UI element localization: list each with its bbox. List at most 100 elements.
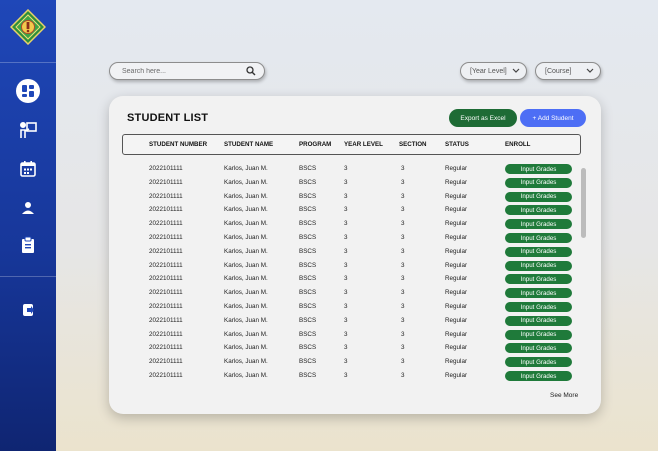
cell-student-number: 2022101111 [149, 234, 183, 241]
cell-year-level: 3 [344, 344, 348, 352]
cell-section: 3 [401, 234, 405, 241]
cell-section: 3 [401, 316, 405, 324]
input-grades-button[interactable]: Input Grades [505, 274, 572, 285]
cell-student-name: Karlos, Juan M. [224, 192, 268, 200]
cell-student-number: 2022101111 [149, 261, 183, 269]
dashboard-icon[interactable] [16, 79, 40, 103]
cell-student-number: 2022101111 [149, 220, 183, 228]
search-bar[interactable] [109, 62, 265, 80]
cell-year-level: 3 [344, 289, 348, 297]
table-row: 2022101111 Karlos, Juan M. BSCS 3 3 Regular In… [109, 233, 579, 245]
input-grades-button[interactable]: Input Grades [505, 371, 572, 381]
table-row: 2022101111 Karlos, Juan M. BSCS 3 3 Regular In… [109, 371, 579, 383]
cell-program: BSCS [299, 165, 317, 172]
input-grades-button[interactable]: Input Grades [505, 233, 572, 243]
input-grades-button[interactable]: Input Grades [505, 315, 572, 326]
cell-section: 3 [401, 220, 405, 228]
teacher-icon[interactable] [16, 118, 40, 142]
table-row: 2022101111 Karlos, Juan M. BSCS 3 3 Regular In… [109, 260, 579, 273]
search-input[interactable] [122, 67, 246, 75]
cell-year-level: 3 [344, 330, 348, 338]
cell-status: Regular [445, 372, 468, 379]
table-row: 2022101111 Karlos, Juan M. BSCS 3 3 Regular In… [109, 315, 579, 328]
cell-status: Regular [445, 316, 468, 324]
cell-student-number: 2022101111 [149, 178, 183, 186]
table-row: 2022101111 Karlos, Juan M. BSCS 3 3 Regular In… [109, 246, 579, 259]
cell-student-number: 2022101111 [149, 206, 183, 214]
input-grades-button[interactable]: Input Grades [505, 164, 572, 174]
cell-student-name: Karlos, Juan M. [224, 206, 268, 214]
see-more-link[interactable]: See More [550, 392, 578, 399]
cell-status: Regular [445, 261, 468, 269]
cell-year-level: 3 [344, 192, 348, 200]
cell-section: 3 [401, 330, 405, 338]
sidebar-divider [0, 276, 56, 277]
cell-year-level: 3 [344, 165, 348, 172]
year-level-value: [Year Level] [470, 67, 507, 75]
input-grades-button[interactable]: Input Grades [505, 357, 572, 368]
input-grades-button[interactable]: Input Grades [505, 205, 572, 216]
cell-status: Regular [445, 206, 468, 214]
cell-student-number: 2022101111 [149, 289, 183, 297]
cell-status: Regular [445, 178, 468, 186]
cell-year-level: 3 [344, 261, 348, 269]
cell-student-number: 2022101111 [149, 192, 183, 200]
table-scrollbar[interactable] [581, 168, 586, 238]
cell-year-level: 3 [344, 220, 348, 228]
search-icon[interactable] [246, 66, 256, 76]
cell-year-level: 3 [344, 234, 348, 241]
cell-student-name: Karlos, Juan M. [224, 316, 268, 324]
cell-student-name: Karlos, Juan M. [224, 247, 268, 255]
cell-student-name: Karlos, Juan M. [224, 220, 268, 228]
cell-status: Regular [445, 247, 468, 255]
cell-program: BSCS [299, 234, 317, 241]
cell-student-number: 2022101111 [149, 275, 183, 283]
table-row: 2022101111 Karlos, Juan M. BSCS 3 3 Regular In… [109, 288, 579, 300]
year-level-dropdown[interactable]: [Year Level] [460, 62, 527, 80]
cell-section: 3 [401, 165, 405, 172]
input-grades-button[interactable]: Input Grades [505, 260, 572, 271]
input-grades-button[interactable]: Input Grades [505, 343, 572, 354]
input-grades-button[interactable]: Input Grades [505, 329, 572, 340]
cell-status: Regular [445, 289, 468, 297]
input-grades-button[interactable]: Input Grades [505, 246, 572, 257]
table-row: 2022101111 Karlos, Juan M. BSCS 3 3 Regular In… [109, 205, 579, 217]
input-grades-button[interactable]: Input Grades [505, 219, 572, 230]
cell-student-name: Karlos, Juan M. [224, 289, 268, 297]
logout-icon[interactable] [16, 298, 40, 322]
cell-section: 3 [401, 372, 405, 379]
cell-student-number: 2022101111 [149, 330, 183, 338]
cell-program: BSCS [299, 220, 317, 228]
cell-section: 3 [401, 303, 405, 310]
clipboard-icon[interactable] [16, 233, 40, 257]
cell-student-name: Karlos, Juan M. [224, 178, 268, 186]
course-dropdown[interactable]: [Course] [535, 62, 601, 80]
table-row: 2022101111 Karlos, Juan M. BSCS 3 3 Regular In… [109, 357, 579, 369]
cell-student-number: 2022101111 [149, 372, 183, 379]
table-row: 2022101111 Karlos, Juan M. BSCS 3 3 Regular In… [109, 191, 579, 204]
cell-program: BSCS [299, 192, 317, 200]
user-icon[interactable] [16, 196, 40, 220]
table-row: 2022101111 Karlos, Juan M. BSCS 3 3 Regular In… [109, 302, 579, 314]
cell-status: Regular [445, 330, 468, 338]
cell-year-level: 3 [344, 316, 348, 324]
cell-status: Regular [445, 165, 468, 172]
calendar-icon[interactable] [16, 157, 40, 181]
input-grades-button[interactable]: Input Grades [505, 177, 572, 188]
cell-status: Regular [445, 275, 468, 283]
cell-program: BSCS [299, 247, 317, 255]
chevron-down-icon [586, 68, 594, 74]
cell-section: 3 [401, 192, 405, 200]
cell-status: Regular [445, 220, 468, 228]
table-row: 2022101111 Karlos, Juan M. BSCS 3 3 Regular In… [109, 219, 579, 231]
cell-year-level: 3 [344, 247, 348, 255]
cell-student-name: Karlos, Juan M. [224, 344, 268, 352]
input-grades-button[interactable]: Input Grades [505, 288, 572, 299]
cell-program: BSCS [299, 303, 317, 310]
course-value: [Course] [545, 67, 572, 75]
input-grades-button[interactable]: Input Grades [505, 302, 572, 312]
input-grades-button[interactable]: Input Grades [505, 191, 572, 202]
cell-status: Regular [445, 358, 468, 366]
cell-program: BSCS [299, 178, 317, 186]
cell-student-name: Karlos, Juan M. [224, 330, 268, 338]
